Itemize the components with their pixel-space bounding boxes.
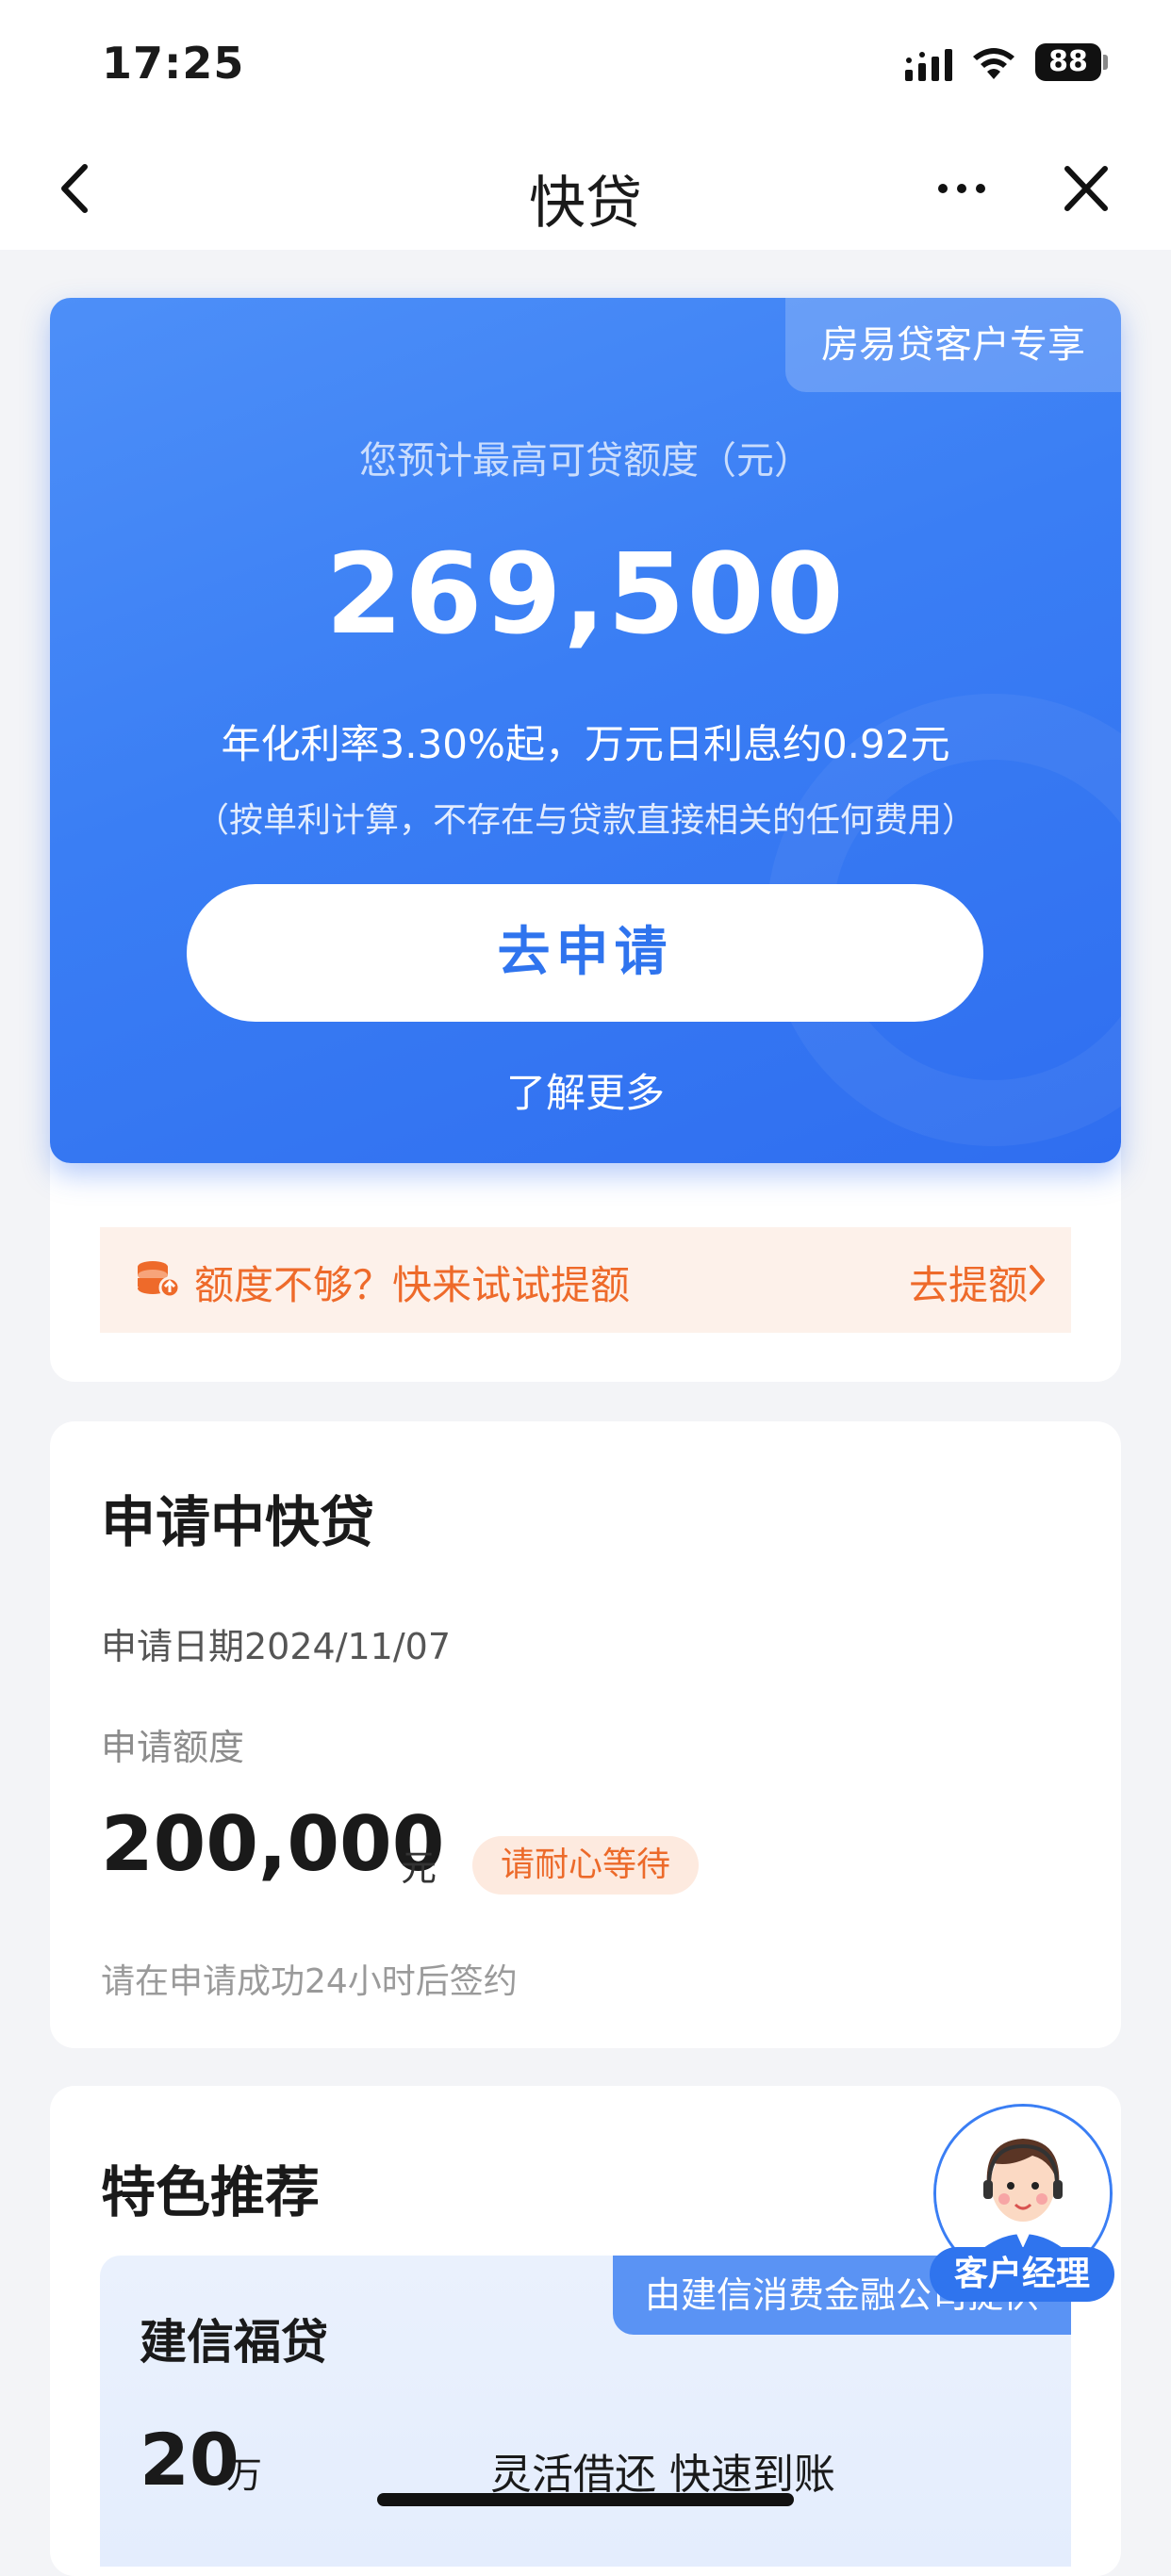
battery-tip bbox=[1103, 55, 1108, 70]
amount-unit: 元 bbox=[401, 1847, 437, 1889]
coin-stack-icon bbox=[138, 1261, 179, 1299]
chevron-right-icon bbox=[1030, 1265, 1045, 1295]
exclusive-tag: 房易贷客户专享 bbox=[785, 298, 1121, 392]
product-name: 建信福贷 bbox=[140, 2315, 328, 2370]
application-amount-label: 申请额度 bbox=[101, 1727, 245, 1768]
product-card[interactable]: 由建信消费金融公司提供 建信福贷 20 万 灵活借还 快速到账 bbox=[100, 2256, 1071, 2567]
application-date: 申请日期2024/11/07 bbox=[101, 1626, 452, 1667]
raise-limit-text: 额度不够？快来试试提额 bbox=[194, 1262, 631, 1308]
navigation-bar: 快贷 bbox=[0, 127, 1171, 250]
status-time: 17:25 bbox=[102, 38, 245, 89]
raise-limit-link[interactable]: 去提额 bbox=[909, 1254, 1028, 1311]
featured-title: 特色推荐 bbox=[101, 2160, 321, 2224]
customer-manager-label: 客户经理 bbox=[930, 2247, 1114, 2302]
sign-note: 请在申请成功24小时后签约 bbox=[101, 1962, 518, 2001]
interest-rate-note: （按单利计算，不存在与贷款直接相关的任何费用） bbox=[194, 801, 976, 840]
product-slogan: 灵活借还 快速到账 bbox=[490, 2451, 835, 2499]
applying-loan-card[interactable]: 申请中快贷 申请日期2024/11/07 申请额度 200,000 元 请耐心等… bbox=[50, 1421, 1121, 2048]
status-bar: 17:25 88 bbox=[0, 0, 1171, 127]
raise-limit-banner[interactable]: 额度不够？快来试试提额 去提额 bbox=[100, 1227, 1071, 1333]
wifi-icon bbox=[973, 48, 1014, 79]
quota-amount: 269,500 bbox=[325, 529, 846, 659]
product-amount: 20 bbox=[140, 2418, 239, 2502]
apply-button[interactable]: 去申请 bbox=[187, 884, 983, 1022]
learn-more-link[interactable]: 了解更多 bbox=[50, 1061, 1121, 1119]
applying-title: 申请中快贷 bbox=[101, 1490, 375, 1554]
quota-label: 您预计最高可贷额度（元） bbox=[359, 439, 812, 483]
customer-manager-button[interactable]: 客户经理 bbox=[930, 2104, 1118, 2307]
product-amount-unit: 万 bbox=[226, 2454, 263, 2496]
home-indicator[interactable] bbox=[377, 2493, 794, 2506]
page-title: 快贷 bbox=[529, 171, 642, 237]
cellular-signal-icon bbox=[905, 49, 952, 81]
application-amount: 200,000 bbox=[101, 1800, 445, 1888]
status-badge: 请耐心等待 bbox=[472, 1836, 700, 1895]
more-dots-icon[interactable] bbox=[933, 165, 990, 212]
interest-rate-line: 年化利率3.30%起，万元日利息约0.92元 bbox=[221, 721, 950, 767]
close-icon[interactable] bbox=[1056, 156, 1116, 222]
battery-indicator: 88 bbox=[1035, 43, 1101, 81]
quota-card: 房易贷客户专享 您预计最高可贷额度（元） 269,500 年化利率3.30%起，… bbox=[50, 298, 1121, 1163]
